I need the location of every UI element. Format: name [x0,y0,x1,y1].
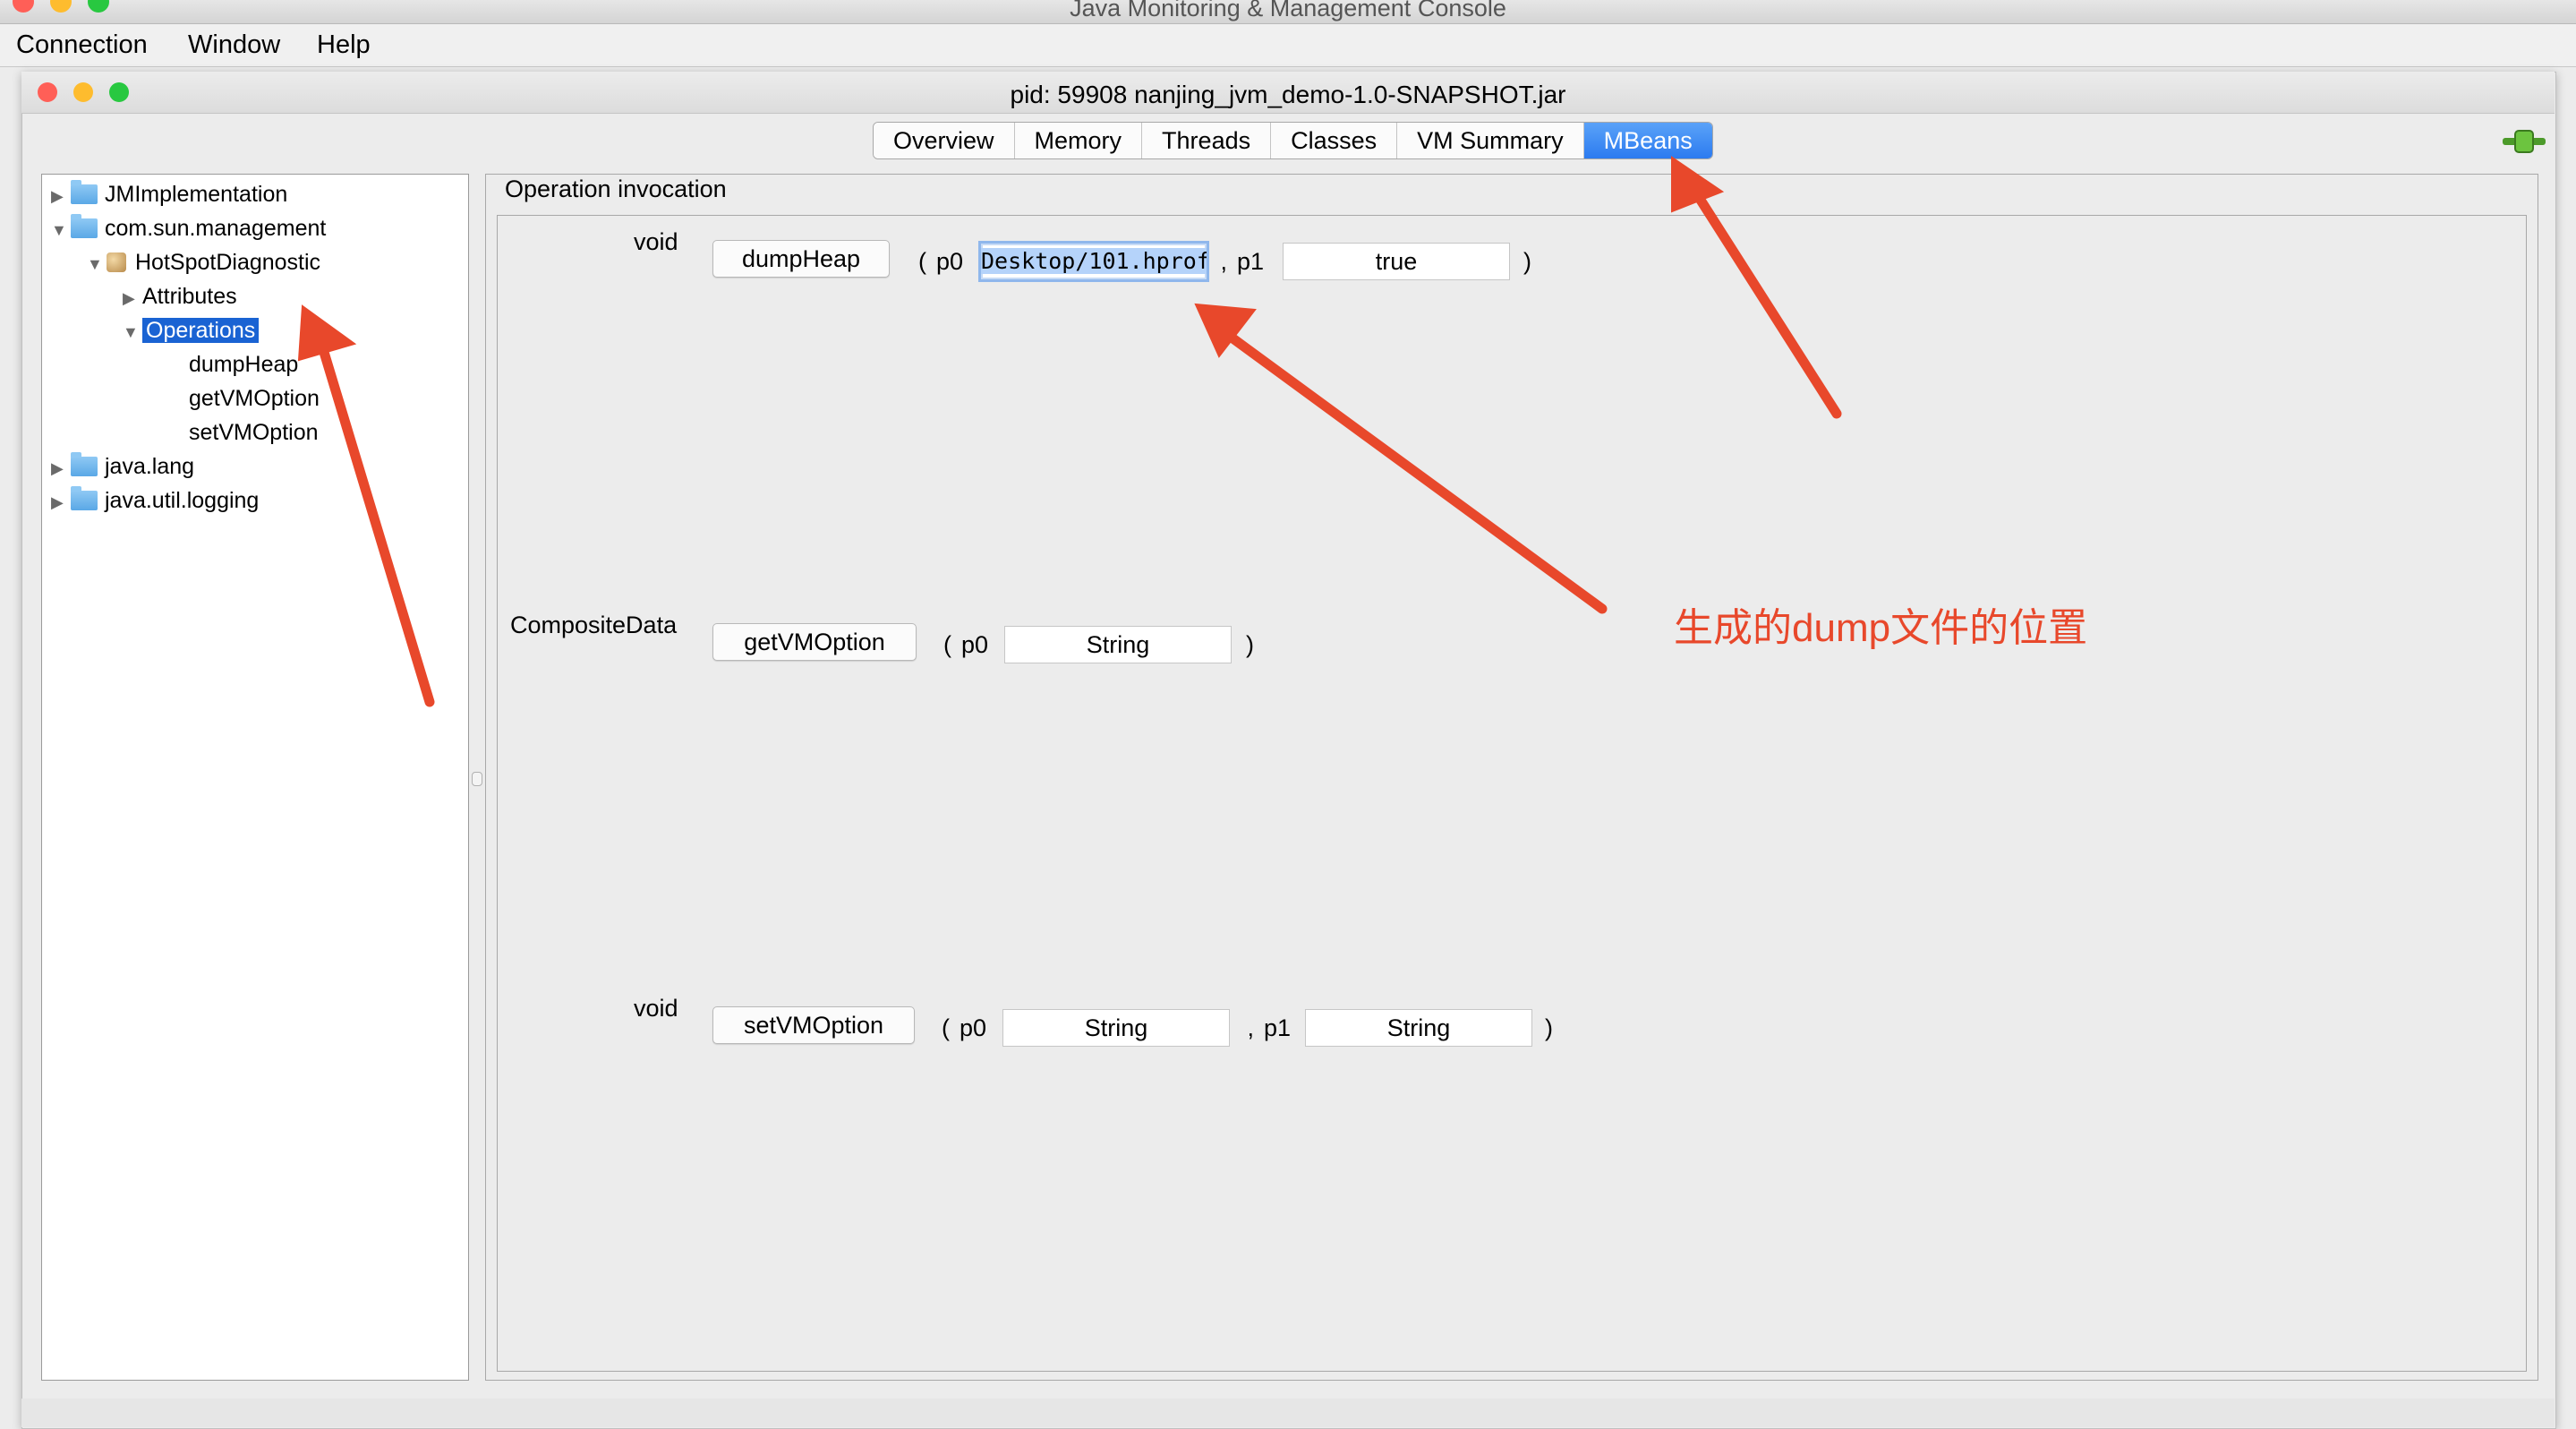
getvmoption-p0-input[interactable]: String [1004,626,1232,663]
expanded-triangle-icon[interactable]: ▼ [123,316,142,348]
paren-open: ( [918,248,934,275]
annotation-text: 生成的dump文件的位置 [1674,606,2088,650]
folder-icon [71,180,98,204]
tree-node-label: java.util.logging [105,488,260,513]
window-bottom-edge [21,1399,2555,1427]
tab-mbeans[interactable]: MBeans [1583,123,1712,158]
connected-plug-icon[interactable] [2503,129,2546,154]
return-type-label: void [634,995,678,1022]
split-pane-divider[interactable] [472,772,482,786]
param-label: p0 [961,631,989,658]
param-label: p1 [1264,1014,1292,1041]
setvmoption-p1-input[interactable]: String [1305,1009,1532,1047]
setvmoption-p0-input[interactable]: String [1002,1009,1230,1047]
expanded-triangle-icon[interactable]: ▼ [51,214,71,246]
operation-invocation-title: Operation invocation [503,175,729,203]
menu-window[interactable]: Window [188,29,280,61]
tree-node-label: Attributes [142,284,237,309]
collapsed-triangle-icon[interactable]: ▶ [51,452,71,484]
menu-help[interactable]: Help [317,29,371,61]
tree-node-label: JMImplementation [105,182,288,207]
tab-bar: Overview Memory Threads Classes VM Summa… [873,122,1713,159]
dumpheap-button[interactable]: dumpHeap [712,240,890,278]
param-label: p1 [1237,248,1265,275]
tree-node-com-sun-management[interactable]: ▼ com.sun.management [51,212,326,244]
folder-icon [71,486,98,510]
tree-node-attributes[interactable]: ▶ Attributes [123,280,237,312]
tab-vm-summary[interactable]: VM Summary [1397,123,1584,158]
tree-node-operations[interactable]: ▼ Operations [123,314,260,348]
param-separator: , [1241,1014,1261,1041]
paren-open: ( [942,1014,957,1041]
folder-icon [71,452,98,476]
collapsed-triangle-icon[interactable]: ▶ [51,486,71,518]
tab-classes[interactable]: Classes [1271,123,1398,158]
paren-open: ( [943,631,959,658]
tree-node-hotspotdiagnostic[interactable]: ▼ HotSpotDiagnostic [87,246,320,278]
dumpheap-p0-input[interactable]: Desktop/101.hprof [978,241,1209,282]
tree-node-label: java.lang [105,454,195,479]
param-label: p0 [960,1014,987,1041]
operation-invocation-inner-border [497,215,2527,1372]
tree-leaf-setvmoption[interactable]: setVMOption [189,416,319,449]
menu-bar [0,24,2576,67]
return-type-label: void [634,228,678,255]
param-label: p0 [936,248,964,275]
tab-memory[interactable]: Memory [1014,123,1143,158]
paren-close: ) [1545,1014,1553,1041]
folder-icon [71,214,98,238]
getvmoption-button[interactable]: getVMOption [712,623,917,661]
tab-threads[interactable]: Threads [1142,123,1272,158]
app-title: Java Monitoring & Management Console [1070,0,1506,21]
tree-node-java-util-logging[interactable]: ▶ java.util.logging [51,484,259,517]
expanded-triangle-icon[interactable]: ▼ [87,248,107,280]
tree-node-label: HotSpotDiagnostic [135,250,321,275]
tree-leaf-dumpheap[interactable]: dumpHeap [189,348,298,381]
menu-connection[interactable]: Connection [16,29,148,61]
tree-node-jmimplementation[interactable]: ▶ JMImplementation [51,178,287,210]
mbean-icon [107,252,126,272]
collapsed-triangle-icon[interactable]: ▶ [123,282,142,314]
tree-node-java-lang[interactable]: ▶ java.lang [51,450,194,483]
dumpheap-p1-input[interactable]: true [1283,243,1510,280]
return-type-label: CompositeData [510,612,678,638]
connection-title: pid: 59908 nanjing_jvm_demo-1.0-SNAPSHOT… [1010,81,1566,108]
tree-node-label: Operations [142,318,260,343]
dumpheap-p0-selected-text: Desktop/101.hprof [981,248,1209,274]
param-separator: , [1214,248,1234,275]
setvmoption-button[interactable]: setVMOption [712,1006,915,1044]
mbean-tree[interactable]: ▶ JMImplementation ▼ com.sun.management ▼ H… [41,174,469,1381]
tree-leaf-getvmoption[interactable]: getVMOption [189,382,320,415]
collapsed-triangle-icon[interactable]: ▶ [51,180,71,212]
tab-overview[interactable]: Overview [874,123,1015,158]
paren-close: ) [1246,631,1254,658]
tree-node-label: com.sun.management [105,216,327,241]
paren-close: ) [1523,248,1531,275]
